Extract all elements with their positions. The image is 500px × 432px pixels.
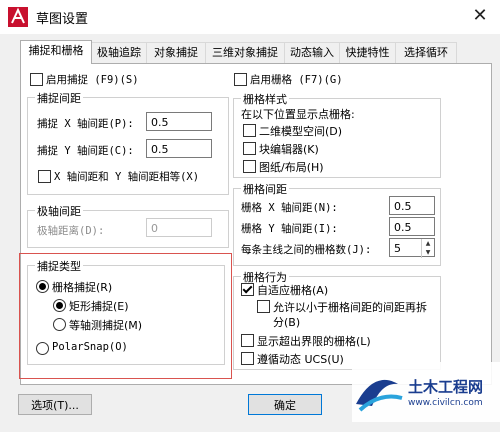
subdivide-label-line1: 允许以小于栅格间距的间距再拆 <box>273 301 427 314</box>
major-line-spinner[interactable]: ▲ ▼ <box>421 239 434 258</box>
paper-layout-label: 图纸/布局(H) <box>259 161 324 174</box>
grid-style-title: 栅格样式 <box>241 91 289 107</box>
model-space-label: 二维模型空间(D) <box>259 125 343 138</box>
tab-quick-properties[interactable]: 快捷特性 <box>339 42 396 63</box>
enable-grid-label: 启用栅格 (F7)(G) <box>250 74 343 86</box>
snap-type-title: 捕捉类型 <box>35 258 83 274</box>
autocad-app-icon <box>8 7 28 27</box>
tab-snap-grid[interactable]: 捕捉和栅格 <box>20 40 92 64</box>
follow-ucs-label: 遵循动态 UCS(U) <box>257 353 344 366</box>
equal-spacing-label: X 轴间距和 Y 轴间距相等(X) <box>54 171 200 183</box>
options-button[interactable]: 选项(T)... <box>18 394 92 415</box>
subdivide-checkbox[interactable] <box>257 300 270 313</box>
snap-spacing-title: 捕捉间距 <box>35 90 83 106</box>
watermark-title: 土木工程网 <box>408 378 484 396</box>
grid-y-label: 栅格 Y 轴间距(I): <box>241 223 338 235</box>
snap-grid-panel: 启用捕捉 (F9)(S) 捕捉间距 捕捉 X 轴间距(P): 0.5 捕捉 Y … <box>19 63 492 385</box>
paper-layout-checkbox[interactable] <box>243 160 256 173</box>
block-editor-label: 块编辑器(K) <box>259 143 319 156</box>
beyond-limits-label: 显示超出界限的栅格(L) <box>257 335 371 348</box>
spin-down-icon[interactable]: ▼ <box>422 248 434 257</box>
snap-x-input[interactable]: 0.5 <box>146 112 212 131</box>
snap-x-label: 捕捉 X 轴间距(P): <box>37 118 134 130</box>
grid-snap-label: 栅格捕捉(R) <box>52 281 113 294</box>
grid-y-input[interactable]: 0.5 <box>389 217 435 236</box>
adaptive-grid-checkbox[interactable] <box>241 283 254 296</box>
block-editor-checkbox[interactable] <box>243 142 256 155</box>
polar-snap-label: PolarSnap(O) <box>52 341 128 353</box>
enable-snap-label: 启用捕捉 (F9)(S) <box>46 74 139 86</box>
follow-ucs-checkbox[interactable] <box>241 352 254 365</box>
beyond-limits-checkbox[interactable] <box>241 334 254 347</box>
rect-snap-radio[interactable] <box>53 299 66 312</box>
grid-style-hint: 在以下位置显示点栅格: <box>241 108 355 121</box>
iso-snap-label: 等轴测捕捉(M) <box>69 319 143 332</box>
snap-y-input[interactable]: 0.5 <box>146 139 212 158</box>
polar-distance-label: 极轴距离(D): <box>37 225 105 237</box>
polar-spacing-title: 极轴间距 <box>35 203 83 219</box>
tab-bar: 捕捉和栅格 极轴追踪 对象捕捉 三维对象捕捉 动态输入 快捷特性 选择循环 <box>20 40 480 64</box>
watermark: 土木工程网 www.civilcn.com <box>352 362 500 422</box>
tab-polar-tracking[interactable]: 极轴追踪 <box>91 42 147 63</box>
ok-button[interactable]: 确定 <box>248 394 322 415</box>
grid-spacing-title: 栅格间距 <box>241 181 289 197</box>
tab-selection-cycling[interactable]: 选择循环 <box>395 42 457 63</box>
window-title: 草图设置 <box>36 12 89 27</box>
iso-snap-radio[interactable] <box>53 318 66 331</box>
enable-grid-checkbox[interactable] <box>234 73 247 86</box>
rect-snap-label: 矩形捕捉(E) <box>69 300 129 313</box>
grid-x-input[interactable]: 0.5 <box>389 196 435 215</box>
polar-distance-input[interactable]: 0 <box>146 218 212 237</box>
enable-snap-checkbox[interactable] <box>30 73 43 86</box>
grid-x-label: 栅格 X 轴间距(N): <box>241 202 338 214</box>
polar-snap-radio[interactable] <box>36 342 49 355</box>
adaptive-grid-label: 自适应栅格(A) <box>257 284 329 297</box>
grid-snap-radio[interactable] <box>36 280 49 293</box>
major-line-label: 每条主线之间的栅格数(J): <box>241 244 372 256</box>
spin-up-icon[interactable]: ▲ <box>422 239 434 248</box>
subdivide-label-line2: 分(B) <box>273 316 301 329</box>
close-icon[interactable]: ✕ <box>466 3 494 29</box>
model-space-checkbox[interactable] <box>243 124 256 137</box>
tab-3d-object-snap[interactable]: 三维对象捕捉 <box>205 42 285 63</box>
title-bar: 草图设置 ✕ <box>0 0 500 34</box>
watermark-url: www.civilcn.com <box>408 398 483 408</box>
snap-y-label: 捕捉 Y 轴间距(C): <box>37 145 134 157</box>
drafting-settings-dialog: 草图设置 ✕ 捕捉和栅格 极轴追踪 对象捕捉 三维对象捕捉 动态输入 快捷特性 … <box>0 0 500 432</box>
equal-spacing-checkbox[interactable] <box>38 170 51 183</box>
tab-object-snap[interactable]: 对象捕捉 <box>146 42 206 63</box>
tab-dynamic-input[interactable]: 动态输入 <box>284 42 340 63</box>
major-line-value: 5 <box>394 242 401 255</box>
